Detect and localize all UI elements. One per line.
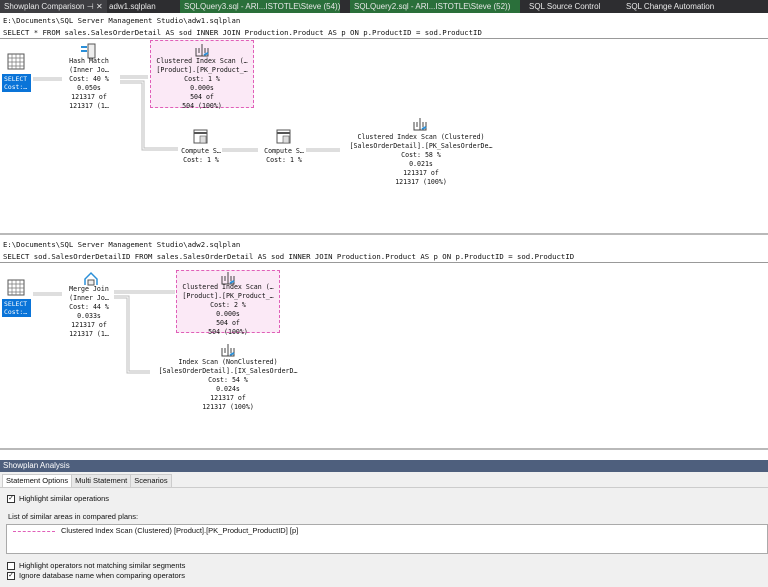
node-text: Cost: 58 % <box>401 151 441 159</box>
highlight-similar-checkbox[interactable]: ✓ <box>7 495 15 503</box>
node-text: [Product].[PK_Product_… <box>156 66 248 74</box>
clustered-index-scan-sod-node[interactable]: Clustered Index Scan (Clustered) [SalesOr… <box>350 133 493 187</box>
list-label: List of similar areas in compared plans: <box>8 512 139 521</box>
similar-areas-list[interactable]: Clustered Index Scan (Clustered) [Produc… <box>6 524 768 554</box>
tab-scenarios[interactable]: Scenarios <box>130 474 172 487</box>
node-text: 0.033s <box>77 312 101 320</box>
panel-title: Showplan Analysis <box>0 460 768 472</box>
node-text: 121317 (1… <box>69 330 109 338</box>
node-text: 0.000s <box>190 84 214 92</box>
node-text: Clustered Index Scan (… <box>156 57 248 65</box>
node-text: [SalesOrderDetail].[PK_SalesOrderDe… <box>349 142 493 150</box>
node-text: 0.021s <box>409 160 433 168</box>
compute-scalar-icon[interactable] <box>193 129 209 145</box>
close-icon[interactable]: ✕ <box>96 2 103 11</box>
ignore-db-name-checkbox[interactable]: ✓ <box>7 572 15 580</box>
node-text: Cost: 2 % <box>210 301 246 309</box>
pin-icon[interactable]: ⊣ <box>87 2 94 11</box>
node-text: 121317 of <box>210 394 246 402</box>
tab-adw1[interactable]: adw1.sqlplan <box>105 0 160 13</box>
node-text: 121317 (1… <box>69 102 109 110</box>
clustered-index-scan-icon[interactable] <box>412 116 428 132</box>
node-text: 0.050s <box>77 84 101 92</box>
node-text: 504 (100%) <box>182 102 222 110</box>
node-text: Cost: 40 % <box>69 75 109 83</box>
node-text: Cost:… <box>4 308 28 316</box>
merge-join-node[interactable]: Merge Join (Inner Jo… Cost: 44 % 0.033s 1213… <box>69 285 109 339</box>
node-text: Cost:… <box>4 83 28 91</box>
node-text: Compute S… <box>264 147 304 155</box>
clustered-index-scan-product-node[interactable]: Clustered Index Scan (… [Product].[PK_Pro… <box>182 283 273 337</box>
tab-sql-change-automation[interactable]: SQL Change Automation <box>622 0 718 13</box>
highlight-not-matching-label: Highlight operators not matching similar… <box>19 561 186 570</box>
node-text: Cost: 54 % <box>208 376 248 384</box>
node-text: 504 of <box>190 93 214 101</box>
select-icon[interactable] <box>6 279 26 297</box>
clustered-index-scan-product-node[interactable]: Clustered Index Scan (… [Product].[PK_Pro… <box>156 57 247 111</box>
highlight-color-swatch <box>13 531 55 532</box>
tab-sql-source-control[interactable]: SQL Source Control <box>525 0 604 13</box>
node-text: Cost: 1 % <box>266 156 302 164</box>
node-text: 504 of <box>216 319 240 327</box>
node-text: (Inner Jo… <box>69 294 109 302</box>
node-text: Clustered Index Scan (Clustered) <box>357 133 485 141</box>
compute-scalar-icon[interactable] <box>276 129 292 145</box>
compute-scalar-node-2[interactable]: Compute S… Cost: 1 % <box>264 147 304 165</box>
node-text: 121317 of <box>71 93 107 101</box>
index-scan-icon[interactable] <box>220 342 236 358</box>
tab-label: Showplan Comparison <box>4 2 85 11</box>
node-text: [Product].[PK_Product_… <box>182 292 274 300</box>
hash-match-node[interactable]: Hash Match (Inner Jo… Cost: 40 % 0.050s 1213… <box>69 57 109 111</box>
document-tab-bar: Showplan Comparison ⊣ ✕ adw1.sqlplan SQL… <box>0 0 768 13</box>
node-text: Hash Match <box>69 57 109 65</box>
node-text: 121317 (100%) <box>202 403 254 411</box>
highlight-not-matching-checkbox[interactable] <box>7 562 15 570</box>
select-node-label[interactable]: SELECT Cost:… <box>2 299 31 317</box>
highlight-similar-label: Highlight similar operations <box>19 494 110 503</box>
index-scan-sod-node[interactable]: Index Scan (NonClustered) [SalesOrderDeta… <box>159 358 298 412</box>
analysis-tabs: Statement Options Multi Statement Scenario… <box>2 474 172 487</box>
list-item[interactable]: Clustered Index Scan (Clustered) [Produc… <box>61 526 298 535</box>
node-text: Index Scan (NonClustered) <box>178 358 278 366</box>
select-icon[interactable] <box>5 53 25 71</box>
node-text: (Inner Jo… <box>69 66 109 74</box>
node-text: 0.000s <box>216 310 240 318</box>
node-text: 504 (100%) <box>208 328 248 336</box>
plan-arrows <box>33 75 340 152</box>
node-text: Clustered Index Scan (… <box>182 283 274 291</box>
plan-pane-2[interactable]: E:\Documents\SQL Server Management Studi… <box>0 237 768 450</box>
node-text: Cost: 44 % <box>69 303 109 311</box>
node-text: SELECT <box>4 300 28 308</box>
node-text: Cost: 1 % <box>183 156 219 164</box>
node-text: 121317 of <box>403 169 439 177</box>
node-text: Merge Join <box>69 285 109 293</box>
plan-arrows <box>33 290 175 374</box>
node-text: 0.024s <box>216 385 240 393</box>
node-text: [SalesOrderDetail].[IX_SalesOrderD… <box>158 367 298 375</box>
tab-showplan-comparison[interactable]: Showplan Comparison ⊣ ✕ <box>0 0 107 13</box>
node-text: SELECT <box>4 75 28 83</box>
ignore-db-name-label: Ignore database name when comparing oper… <box>19 571 185 580</box>
tab-multi-statement[interactable]: Multi Statement <box>71 474 132 487</box>
node-text: 121317 (100%) <box>395 178 447 186</box>
select-node-label[interactable]: SELECT Cost:… <box>2 74 31 92</box>
showplan-analysis-panel: Showplan Analysis Statement Options Multi… <box>0 460 768 587</box>
node-text: 121317 of <box>71 321 107 329</box>
tab-sqlquery3[interactable]: SQLQuery3.sql - ARI...ISTOTLE\Steve (54)… <box>180 0 340 13</box>
statement-options-body: ✓ Highlight similar operations List of s… <box>0 487 768 587</box>
node-text: Cost: 1 % <box>184 75 220 83</box>
plan-pane-1[interactable]: E:\Documents\SQL Server Management Studi… <box>0 13 768 235</box>
node-text: Compute S… <box>181 147 221 155</box>
compute-scalar-node-1[interactable]: Compute S… Cost: 1 % <box>181 147 221 165</box>
tab-sqlquery2[interactable]: SQLQuery2.sql - ARI...ISTOTLE\Steve (52)… <box>350 0 520 13</box>
clustered-index-scan-icon[interactable] <box>194 42 210 58</box>
tab-statement-options[interactable]: Statement Options <box>2 474 73 487</box>
